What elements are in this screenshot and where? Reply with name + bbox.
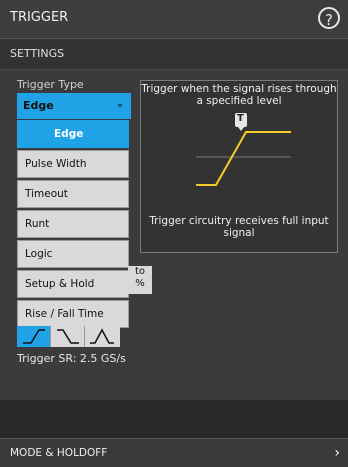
menu-item-pulse-width[interactable]: Pulse Width <box>17 150 129 178</box>
slope-selector <box>17 326 120 347</box>
menu-item-rise-fall-time[interactable]: Rise / Fall Time <box>17 300 129 328</box>
menu-item-setup-hold[interactable]: Setup & Hold <box>17 270 129 298</box>
rising-edge-icon <box>23 329 45 344</box>
trigger-description-box: Trigger when the signal rises through a … <box>140 80 338 253</box>
trigger-type-select[interactable]: Edge <box>17 93 131 119</box>
trigger-type-value: Edge <box>23 99 54 112</box>
trigger-circuitry-text: Trigger circuitry receives full input si… <box>149 215 329 239</box>
trigger-description-text: Trigger when the signal rises through a … <box>141 83 337 107</box>
falling-edge-button[interactable] <box>51 326 85 347</box>
edge-diagram <box>196 131 291 186</box>
mode-holdoff-label: MODE & HOLDOFF <box>10 447 108 459</box>
title-bar: TRIGGER ? <box>0 0 348 39</box>
menu-item-runt[interactable]: Runt <box>17 210 129 238</box>
trigger-sample-rate: Trigger SR: 2.5 GS/s <box>17 352 126 365</box>
trigger-marker-icon: T <box>235 113 247 131</box>
panel-title: TRIGGER <box>10 10 69 25</box>
rising-signal-trace <box>196 131 291 186</box>
dropdown-arrow-icon <box>117 104 123 108</box>
either-edge-button[interactable] <box>85 326 119 347</box>
settings-section-header[interactable]: SETTINGS <box>0 39 348 70</box>
trigger-type-label: Trigger Type <box>17 78 84 91</box>
menu-item-logic[interactable]: Logic <box>17 240 129 268</box>
rising-edge-button[interactable] <box>17 326 51 347</box>
menu-item-edge[interactable]: Edge <box>17 120 129 148</box>
partial-obscured-label: to % <box>128 266 152 294</box>
settings-label: SETTINGS <box>10 47 65 60</box>
mode-holdoff-section[interactable]: MODE & HOLDOFF › <box>0 438 348 467</box>
chevron-right-icon: › <box>334 445 340 461</box>
menu-item-timeout[interactable]: Timeout <box>17 180 129 208</box>
background-waveform-strip <box>0 400 348 438</box>
help-icon[interactable]: ? <box>318 7 340 29</box>
either-edge-icon <box>90 328 114 344</box>
falling-edge-icon <box>57 329 79 344</box>
